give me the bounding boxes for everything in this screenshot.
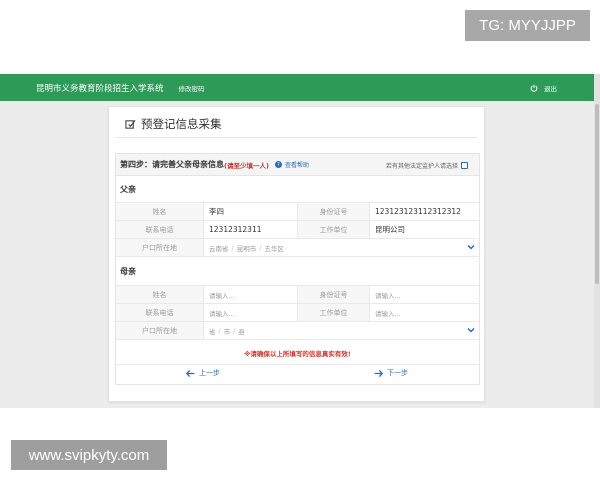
father-phone-label: 联系电话 — [116, 221, 204, 238]
father-section-title: 父亲 — [120, 185, 136, 194]
change-password-link[interactable]: 修改密码 — [179, 83, 205, 93]
guardian-label: 若有其他法定监护人请选择 — [386, 163, 459, 170]
guardian-checkbox[interactable] — [461, 162, 469, 169]
mother-city: 市 — [223, 327, 231, 336]
tg-watermark: TG: MYYJJPP — [465, 10, 590, 41]
father-id-label: 身份证号 — [298, 203, 370, 220]
father-row-phone: 联系电话 12312312311 工作单位 昆明公司 — [116, 221, 479, 239]
chevron-down-icon — [467, 327, 475, 333]
mother-id-label: 身份证号 — [298, 286, 370, 303]
separator: / — [259, 243, 262, 252]
page-scrollbar[interactable] — [594, 74, 600, 408]
power-icon — [530, 84, 538, 92]
arrow-left-icon — [186, 369, 195, 377]
father-district: 五华区 — [264, 244, 284, 253]
mother-work-input[interactable]: 请输入... — [370, 304, 479, 321]
help-label: 查看帮助 — [284, 162, 309, 169]
edit-icon — [125, 119, 136, 129]
mother-row-hukou: 户口所在地 省 / 市 / 县 — [116, 322, 479, 340]
mother-grid: 姓名 请输入... 身份证号 请输入... 联系电话 请输入... 工作单位 请… — [116, 285, 479, 340]
father-work-input[interactable]: 昆明公司 — [370, 221, 479, 238]
logout-button[interactable]: 退出 — [530, 83, 557, 93]
father-hukou-label: 户口所在地 — [116, 239, 204, 256]
prev-step-label: 上一步 — [199, 369, 220, 377]
mother-phone-label: 联系电话 — [116, 304, 204, 321]
next-step-label: 下一步 — [387, 369, 408, 377]
mother-name-input[interactable]: 请输入... — [204, 286, 298, 303]
chevron-down-icon — [467, 244, 475, 250]
mother-row-name: 姓名 请输入... 身份证号 请输入... — [116, 286, 479, 304]
father-name-label: 姓名 — [116, 203, 204, 220]
father-row-hukou: 户口所在地 云南省 / 昆明市 / 五华区 — [116, 239, 479, 257]
scrollbar-thumb[interactable] — [595, 104, 599, 284]
step-bar: 第四步：请完善父亲母亲信息 (请至少填一人) ? 查看帮助 若有其他法定监护人请… — [116, 154, 479, 176]
arrow-right-icon — [374, 369, 383, 377]
pager-row: 上一步 下一步 — [116, 364, 479, 380]
father-name-input[interactable]: 李四 — [204, 203, 298, 220]
father-work-label: 工作单位 — [298, 221, 370, 238]
father-province: 云南省 — [209, 244, 229, 253]
father-id-input[interactable]: 123123123112312312 — [370, 203, 479, 220]
prev-step-button[interactable]: 上一步 — [186, 368, 220, 378]
father-grid: 姓名 李四 身份证号 123123123112312312 联系电话 12312… — [116, 202, 479, 257]
app-window: 昆明市义务教育阶段招生入学系统 修改密码 退出 预登记信息采集 第四步：请完善父… — [0, 74, 600, 408]
mother-phone-input[interactable]: 请输入... — [204, 304, 298, 321]
help-link[interactable]: ? 查看帮助 — [274, 160, 309, 169]
mother-work-label: 工作单位 — [298, 304, 370, 321]
logout-label: 退出 — [544, 85, 557, 93]
parents-form: 第四步：请完善父亲母亲信息 (请至少填一人) ? 查看帮助 若有其他法定监护人请… — [115, 153, 480, 385]
step-note: (请至少填一人) — [224, 161, 269, 170]
mother-province: 省 — [209, 327, 216, 336]
question-icon: ? — [274, 161, 282, 168]
mother-section-title: 母亲 — [120, 267, 136, 276]
step-title: 第四步：请完善父亲母亲信息 — [120, 160, 224, 169]
father-row-name: 姓名 李四 身份证号 123123123112312312 — [116, 203, 479, 221]
card-divider — [117, 137, 477, 138]
mother-row-phone: 联系电话 请输入... 工作单位 请输入... — [116, 304, 479, 322]
mother-hukou-select[interactable]: 省 / 市 / 县 — [204, 322, 479, 339]
separator: / — [233, 326, 236, 335]
site-watermark: www.svipkyty.com — [11, 440, 167, 470]
system-title: 昆明市义务教育阶段招生入学系统 — [36, 83, 164, 94]
validity-warning: ※请确保以上所填写的信息真实有效! — [244, 350, 351, 358]
mother-id-input[interactable]: 请输入... — [370, 286, 479, 303]
card-title: 预登记信息采集 — [141, 117, 222, 131]
separator: / — [218, 326, 221, 335]
father-city: 昆明市 — [236, 244, 257, 253]
top-navbar: 昆明市义务教育阶段招生入学系统 修改密码 退出 — [0, 74, 598, 101]
father-phone-input[interactable]: 12312312311 — [204, 221, 298, 238]
guardian-option[interactable]: 若有其他法定监护人请选择 — [386, 161, 469, 170]
next-step-button[interactable]: 下一步 — [374, 368, 408, 378]
card-header: 预登记信息采集 — [125, 115, 222, 133]
father-hukou-select[interactable]: 云南省 / 昆明市 / 五华区 — [204, 239, 479, 256]
mother-hukou-label: 户口所在地 — [116, 322, 204, 339]
mother-name-label: 姓名 — [116, 286, 204, 303]
info-card: 预登记信息采集 第四步：请完善父亲母亲信息 (请至少填一人) ? 查看帮助 若有… — [108, 106, 485, 402]
mother-district: 县 — [238, 327, 245, 336]
separator: / — [231, 243, 234, 252]
